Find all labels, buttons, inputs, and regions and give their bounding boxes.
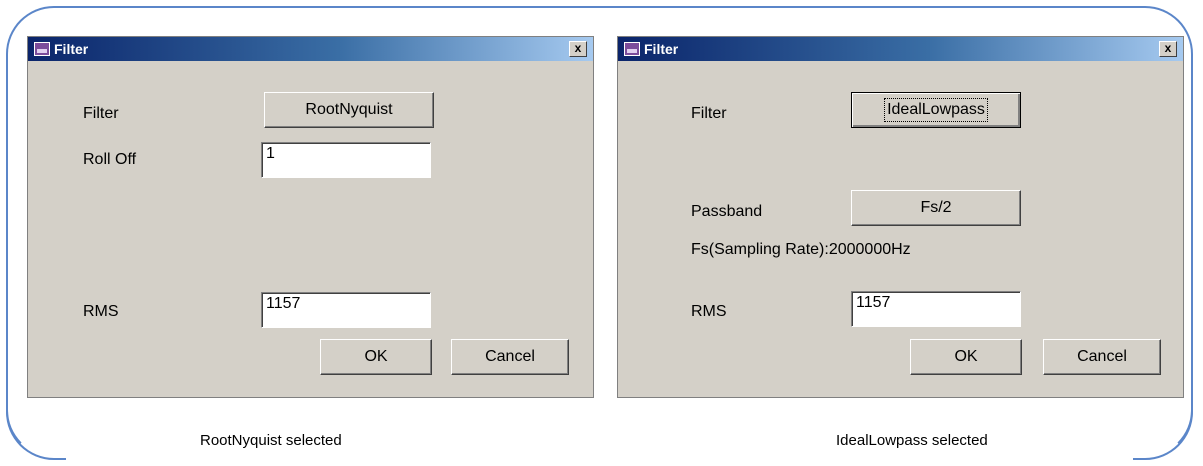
filter-dialog-ideallowpass: Filter x Filter IdealLowpass Passband Fs… bbox=[617, 36, 1184, 398]
rms-input[interactable]: 1157 bbox=[261, 292, 431, 328]
dialog-title: Filter bbox=[644, 41, 679, 57]
rolloff-input[interactable]: 1 bbox=[261, 142, 431, 178]
close-icon[interactable]: x bbox=[569, 41, 587, 57]
caption-left: RootNyquist selected bbox=[200, 432, 342, 449]
filter-type-label: RootNyquist bbox=[305, 101, 393, 118]
app-icon bbox=[624, 42, 640, 56]
app-icon bbox=[34, 42, 50, 56]
rms-label: RMS bbox=[691, 303, 727, 320]
ok-button[interactable]: OK bbox=[320, 339, 432, 375]
dialog-title: Filter bbox=[54, 41, 89, 57]
passband-button[interactable]: Fs/2 bbox=[851, 190, 1021, 226]
filter-type-button[interactable]: RootNyquist bbox=[264, 92, 434, 128]
filter-type-button[interactable]: IdealLowpass bbox=[851, 92, 1021, 128]
rms-label: RMS bbox=[83, 303, 119, 320]
sampling-rate-text: Fs(Sampling Rate):2000000Hz bbox=[691, 241, 911, 258]
outer-frame-corner-right bbox=[1133, 400, 1193, 460]
rms-input[interactable]: 1157 bbox=[851, 291, 1021, 327]
filter-label: Filter bbox=[691, 105, 727, 122]
caption-right: IdealLowpass selected bbox=[836, 432, 988, 449]
outer-frame-corner-left bbox=[6, 400, 66, 460]
titlebar: Filter x bbox=[618, 37, 1183, 61]
close-icon[interactable]: x bbox=[1159, 41, 1177, 57]
passband-label: Passband bbox=[691, 203, 763, 220]
filter-type-label: IdealLowpass bbox=[884, 98, 988, 122]
titlebar: Filter x bbox=[28, 37, 593, 61]
ok-button[interactable]: OK bbox=[910, 339, 1022, 375]
cancel-button[interactable]: Cancel bbox=[1043, 339, 1161, 375]
rolloff-label: Roll Off bbox=[83, 151, 137, 168]
cancel-button[interactable]: Cancel bbox=[451, 339, 569, 375]
filter-label: Filter bbox=[83, 105, 119, 122]
filter-dialog-rootnyquist: Filter x Filter RootNyquist Roll Off 1 R… bbox=[27, 36, 594, 398]
